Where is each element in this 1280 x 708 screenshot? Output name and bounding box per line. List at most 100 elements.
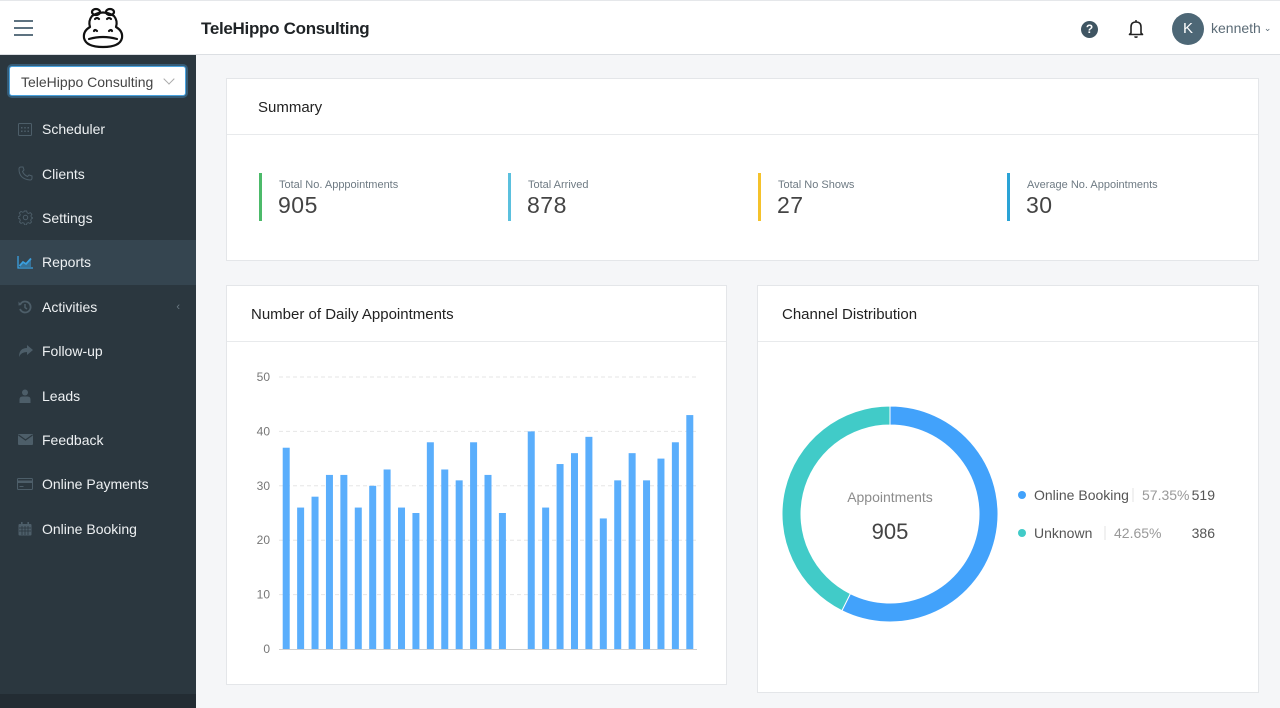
credit-card-icon bbox=[17, 476, 33, 492]
bell-icon[interactable] bbox=[1127, 19, 1145, 39]
y-tick-label: 50 bbox=[257, 370, 271, 384]
menu-toggle-icon[interactable] bbox=[14, 20, 33, 36]
stat-value: 905 bbox=[278, 192, 318, 218]
stat-value: 878 bbox=[527, 192, 567, 218]
channel-distribution-card: Channel Distribution Online Booking 57.35… bbox=[757, 285, 1259, 693]
sidebar-item-leads[interactable]: Leads bbox=[0, 373, 196, 417]
legend-marker bbox=[1018, 529, 1026, 537]
sidebar-item-label: Activities bbox=[42, 298, 98, 315]
sidebar-item-follow-up[interactable]: Follow-up bbox=[0, 329, 196, 373]
stat-label: Total No Shows bbox=[778, 179, 855, 191]
bar-day-20[interactable] bbox=[556, 464, 564, 649]
sidebar-item-label: Online Payments bbox=[42, 476, 149, 493]
history-icon bbox=[17, 299, 33, 315]
stat-label: Total Arrived bbox=[528, 179, 589, 191]
bar-day-27[interactable] bbox=[657, 458, 665, 649]
bar-day-4[interactable] bbox=[325, 474, 333, 649]
bar-day-26[interactable] bbox=[643, 480, 651, 649]
bar-day-6[interactable] bbox=[354, 507, 362, 649]
sidebar-item-reports[interactable]: Reports bbox=[0, 240, 196, 285]
sidebar-item-settings[interactable]: Settings bbox=[0, 196, 196, 240]
bar-day-14[interactable] bbox=[470, 442, 478, 649]
stat-accent-bar bbox=[259, 173, 262, 221]
sidebar-item-feedback[interactable]: Feedback bbox=[0, 418, 196, 462]
line-chart-icon bbox=[17, 254, 33, 270]
organization-select-value: TeleHippo Consulting bbox=[21, 74, 154, 90]
sidebar-footer bbox=[0, 694, 196, 708]
sidebar-nav: Scheduler Clients Settings Reports Activ… bbox=[0, 107, 196, 551]
bar-day-24[interactable] bbox=[614, 480, 622, 649]
sidebar-item-clients[interactable]: Clients bbox=[0, 151, 196, 195]
bar-day-29[interactable] bbox=[686, 415, 694, 649]
bar-day-11[interactable] bbox=[426, 442, 434, 649]
daily-appointments-bar-chart: 0 10 20 30 40 50 bbox=[257, 370, 697, 656]
sidebar-item-label: Online Booking bbox=[42, 520, 137, 537]
chevron-left-icon[interactable]: ‹ bbox=[176, 301, 180, 313]
sidebar-item-label: Feedback bbox=[42, 431, 104, 448]
sidebar: TeleHippo Consulting Scheduler Clients S… bbox=[0, 55, 196, 708]
calendar-grid-icon bbox=[17, 121, 33, 137]
card-divider bbox=[758, 341, 1258, 342]
bar-day-13[interactable] bbox=[455, 480, 463, 649]
phone-icon bbox=[17, 166, 33, 182]
calendar-icon bbox=[17, 521, 33, 537]
bar-day-8[interactable] bbox=[383, 469, 391, 649]
y-tick-label: 40 bbox=[257, 424, 271, 438]
chevron-down-icon bbox=[163, 73, 175, 85]
stat-value: 27 bbox=[777, 192, 804, 218]
bar-day-1[interactable] bbox=[282, 447, 290, 649]
bar-day-23[interactable] bbox=[599, 518, 607, 649]
legend-marker bbox=[1018, 491, 1026, 499]
hippo-logo-icon[interactable] bbox=[80, 6, 126, 50]
bar-day-10[interactable] bbox=[412, 513, 420, 649]
help-icon[interactable]: ? bbox=[1081, 21, 1098, 38]
organization-select[interactable]: TeleHippo Consulting bbox=[9, 66, 186, 96]
sidebar-item-label: Reports bbox=[42, 254, 92, 271]
sidebar-item-scheduler[interactable]: Scheduler bbox=[0, 107, 196, 151]
share-arrow-icon bbox=[17, 343, 33, 359]
sidebar-item-label: Clients bbox=[42, 165, 85, 182]
stat-accent-bar bbox=[1007, 173, 1010, 221]
card-divider bbox=[227, 134, 1258, 135]
summary-title: Summary bbox=[258, 99, 323, 116]
bar-day-25[interactable] bbox=[628, 453, 636, 649]
bar-day-12[interactable] bbox=[441, 469, 449, 649]
legend-label: Online Booking bbox=[1034, 487, 1129, 503]
channel-donut-chart: Online Booking 57.35% 519 Unknown 42.65% 386 A… bbox=[781, 405, 1216, 623]
bar-day-22[interactable] bbox=[585, 436, 593, 649]
legend-value: 519 bbox=[1192, 487, 1216, 503]
y-tick-label: 30 bbox=[257, 479, 271, 493]
bar-day-19[interactable] bbox=[542, 507, 550, 649]
chevron-down-icon: ⌄ bbox=[1263, 23, 1272, 33]
bar-day-5[interactable] bbox=[340, 474, 348, 649]
bar-day-28[interactable] bbox=[671, 442, 679, 649]
bar-day-3[interactable] bbox=[311, 496, 319, 649]
stat-label: Average No. Appointments bbox=[1027, 179, 1158, 191]
bar-day-16[interactable] bbox=[498, 513, 506, 649]
gear-icon bbox=[17, 210, 33, 226]
bar-day-15[interactable] bbox=[484, 474, 492, 649]
bar-day-7[interactable] bbox=[369, 485, 377, 649]
sidebar-item-activities[interactable]: Activities ‹ bbox=[0, 285, 196, 329]
bar-day-9[interactable] bbox=[398, 507, 406, 649]
sidebar-item-online-payments[interactable]: Online Payments bbox=[0, 462, 196, 506]
brand-title: TeleHippo Consulting bbox=[201, 19, 370, 38]
user-menu[interactable]: kenneth ⌄ bbox=[1211, 20, 1271, 36]
card-divider bbox=[227, 341, 726, 342]
sidebar-item-online-booking[interactable]: Online Booking bbox=[0, 507, 196, 551]
bar-day-18[interactable] bbox=[527, 431, 535, 649]
donut-slice-online-booking[interactable] bbox=[841, 405, 999, 623]
user-icon bbox=[17, 388, 33, 404]
top-header: TeleHippo Consulting ? K kenneth ⌄ bbox=[0, 0, 1280, 55]
username-label: kenneth bbox=[1211, 20, 1261, 36]
donut-center-label: Appointments bbox=[847, 489, 933, 505]
donut-slice-unknown[interactable] bbox=[781, 405, 891, 612]
envelope-icon bbox=[17, 432, 33, 448]
legend-label: Unknown bbox=[1034, 525, 1092, 541]
bar-day-21[interactable] bbox=[570, 453, 578, 649]
stat-label: Total No. Apppointments bbox=[279, 179, 399, 191]
bar-day-2[interactable] bbox=[297, 507, 305, 649]
donut-center-value: 905 bbox=[872, 519, 909, 544]
avatar[interactable]: K bbox=[1172, 13, 1204, 45]
stat-accent-bar bbox=[758, 173, 761, 221]
